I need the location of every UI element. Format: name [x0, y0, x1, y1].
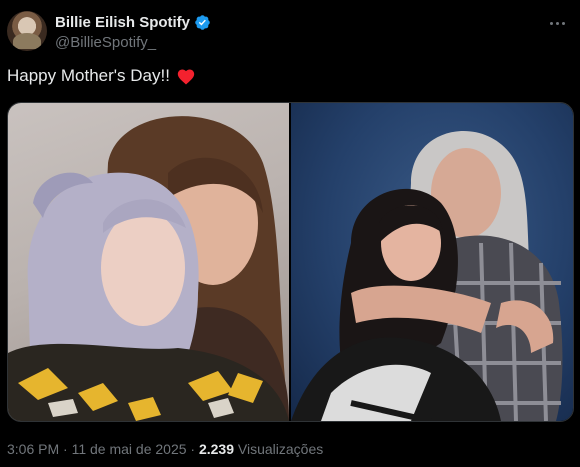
- verified-badge-icon: [195, 15, 210, 30]
- avatar[interactable]: [7, 11, 47, 51]
- views-count: 2.239: [198, 441, 235, 457]
- views-label: Visualizações: [234, 441, 324, 457]
- author-handle[interactable]: @BillieSpotify_: [55, 34, 156, 51]
- photo-right-illustration: [291, 130, 563, 421]
- timestamp[interactable]: 3:06 PM · 11 de mai de 2025 ·: [7, 441, 199, 457]
- tweet-header: Billie Eilish Spotify @BillieSpotify_: [7, 11, 573, 53]
- photo-left[interactable]: [8, 103, 289, 421]
- author-name-row: Billie Eilish Spotify: [55, 14, 211, 31]
- author-display-name[interactable]: Billie Eilish Spotify: [55, 14, 190, 31]
- photo-left-illustration: [8, 116, 289, 421]
- tweet-media: [7, 102, 574, 422]
- tweet-meta: 3:06 PM · 11 de mai de 2025 · 2.239 Visu…: [7, 441, 323, 457]
- more-options-icon[interactable]: [545, 13, 569, 33]
- tweet-text: Happy Mother's Day!!: [7, 66, 196, 86]
- photo-right[interactable]: [291, 103, 573, 421]
- red-heart-icon: [177, 69, 195, 85]
- tweet-text-content: Happy Mother's Day!!: [7, 66, 170, 85]
